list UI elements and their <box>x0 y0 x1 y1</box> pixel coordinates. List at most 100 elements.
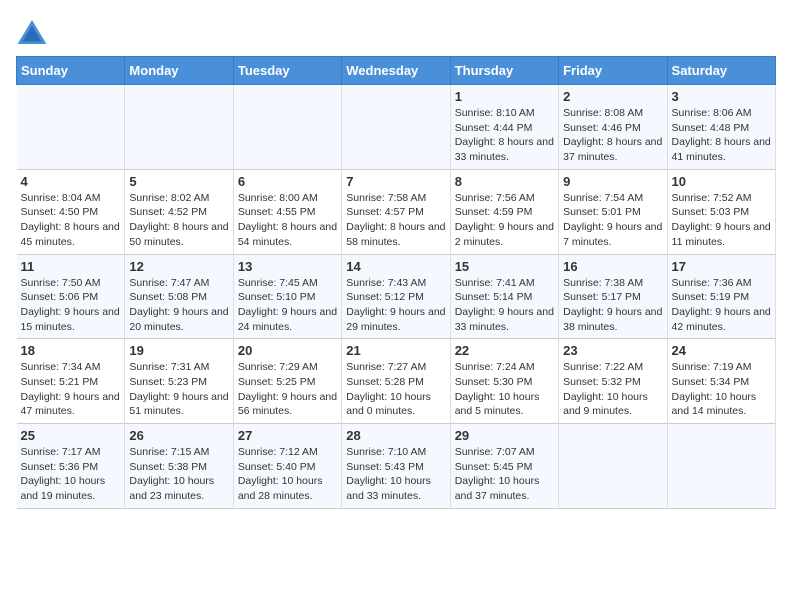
calendar-cell: 16 Sunrise: 7:38 AM Sunset: 5:17 PM Dayli… <box>559 254 667 339</box>
day-number: 23 <box>563 343 662 358</box>
calendar-table: SundayMondayTuesdayWednesdayThursdayFrid… <box>16 56 776 509</box>
calendar-cell: 29 Sunrise: 7:07 AM Sunset: 5:45 PM Dayli… <box>450 424 558 509</box>
day-info: Sunrise: 8:02 AM Sunset: 4:52 PM Dayligh… <box>129 191 228 250</box>
day-number: 20 <box>238 343 337 358</box>
day-info: Sunrise: 7:07 AM Sunset: 5:45 PM Dayligh… <box>455 445 554 504</box>
day-info: Sunrise: 7:31 AM Sunset: 5:23 PM Dayligh… <box>129 360 228 419</box>
day-number: 4 <box>21 174 121 189</box>
day-info: Sunrise: 7:54 AM Sunset: 5:01 PM Dayligh… <box>563 191 662 250</box>
calendar-cell: 7 Sunrise: 7:58 AM Sunset: 4:57 PM Daylig… <box>342 169 450 254</box>
day-number: 11 <box>21 259 121 274</box>
day-info: Sunrise: 7:10 AM Sunset: 5:43 PM Dayligh… <box>346 445 445 504</box>
day-info: Sunrise: 7:56 AM Sunset: 4:59 PM Dayligh… <box>455 191 554 250</box>
calendar-cell: 27 Sunrise: 7:12 AM Sunset: 5:40 PM Dayli… <box>233 424 341 509</box>
calendar-cell <box>17 85 125 170</box>
calendar-cell: 4 Sunrise: 8:04 AM Sunset: 4:50 PM Daylig… <box>17 169 125 254</box>
day-info: Sunrise: 7:24 AM Sunset: 5:30 PM Dayligh… <box>455 360 554 419</box>
calendar-cell <box>125 85 233 170</box>
day-number: 1 <box>455 89 554 104</box>
day-info: Sunrise: 7:43 AM Sunset: 5:12 PM Dayligh… <box>346 276 445 335</box>
day-info: Sunrise: 8:08 AM Sunset: 4:46 PM Dayligh… <box>563 106 662 165</box>
day-info: Sunrise: 7:50 AM Sunset: 5:06 PM Dayligh… <box>21 276 121 335</box>
logo <box>16 16 52 48</box>
calendar-cell: 15 Sunrise: 7:41 AM Sunset: 5:14 PM Dayli… <box>450 254 558 339</box>
day-info: Sunrise: 7:15 AM Sunset: 5:38 PM Dayligh… <box>129 445 228 504</box>
day-info: Sunrise: 7:36 AM Sunset: 5:19 PM Dayligh… <box>672 276 771 335</box>
calendar-cell: 18 Sunrise: 7:34 AM Sunset: 5:21 PM Dayli… <box>17 339 125 424</box>
calendar-cell: 28 Sunrise: 7:10 AM Sunset: 5:43 PM Dayli… <box>342 424 450 509</box>
weekday-header-tuesday: Tuesday <box>233 57 341 85</box>
calendar-row-0: 1 Sunrise: 8:10 AM Sunset: 4:44 PM Daylig… <box>17 85 776 170</box>
calendar-cell: 10 Sunrise: 7:52 AM Sunset: 5:03 PM Dayli… <box>667 169 775 254</box>
weekday-header-friday: Friday <box>559 57 667 85</box>
calendar-cell: 23 Sunrise: 7:22 AM Sunset: 5:32 PM Dayli… <box>559 339 667 424</box>
day-number: 18 <box>21 343 121 358</box>
calendar-cell: 22Sunrise: 7:24 AM Sunset: 5:30 PM Dayli… <box>450 339 558 424</box>
day-number: 16 <box>563 259 662 274</box>
day-info: Sunrise: 7:41 AM Sunset: 5:14 PM Dayligh… <box>455 276 554 335</box>
calendar-cell: 1 Sunrise: 8:10 AM Sunset: 4:44 PM Daylig… <box>450 85 558 170</box>
day-number: 8 <box>455 174 554 189</box>
day-number: 2 <box>563 89 662 104</box>
day-number: 3 <box>672 89 771 104</box>
calendar-row-3: 18 Sunrise: 7:34 AM Sunset: 5:21 PM Dayli… <box>17 339 776 424</box>
header-row: SundayMondayTuesdayWednesdayThursdayFrid… <box>17 57 776 85</box>
calendar-cell <box>233 85 341 170</box>
calendar-cell: 19 Sunrise: 7:31 AM Sunset: 5:23 PM Dayli… <box>125 339 233 424</box>
day-number: 25 <box>21 428 121 443</box>
day-number: 6 <box>238 174 337 189</box>
calendar-cell: 25Sunrise: 7:17 AM Sunset: 5:36 PM Dayli… <box>17 424 125 509</box>
calendar-cell: 5 Sunrise: 8:02 AM Sunset: 4:52 PM Daylig… <box>125 169 233 254</box>
day-info: Sunrise: 8:04 AM Sunset: 4:50 PM Dayligh… <box>21 191 121 250</box>
day-number: 17 <box>672 259 771 274</box>
calendar-cell: 6 Sunrise: 8:00 AM Sunset: 4:55 PM Daylig… <box>233 169 341 254</box>
day-info: Sunrise: 7:58 AM Sunset: 4:57 PM Dayligh… <box>346 191 445 250</box>
day-number: 19 <box>129 343 228 358</box>
day-info: Sunrise: 7:38 AM Sunset: 5:17 PM Dayligh… <box>563 276 662 335</box>
calendar-row-4: 25Sunrise: 7:17 AM Sunset: 5:36 PM Dayli… <box>17 424 776 509</box>
calendar-cell: 12 Sunrise: 7:47 AM Sunset: 5:08 PM Dayli… <box>125 254 233 339</box>
day-info: Sunrise: 7:45 AM Sunset: 5:10 PM Dayligh… <box>238 276 337 335</box>
calendar-cell: 21Sunrise: 7:27 AM Sunset: 5:28 PM Dayli… <box>342 339 450 424</box>
calendar-cell: 13Sunrise: 7:45 AM Sunset: 5:10 PM Dayli… <box>233 254 341 339</box>
calendar-cell: 2 Sunrise: 8:08 AM Sunset: 4:46 PM Daylig… <box>559 85 667 170</box>
day-number: 14 <box>346 259 445 274</box>
day-info: Sunrise: 7:12 AM Sunset: 5:40 PM Dayligh… <box>238 445 337 504</box>
calendar-cell: 24 Sunrise: 7:19 AM Sunset: 5:34 PM Dayli… <box>667 339 775 424</box>
day-number: 15 <box>455 259 554 274</box>
calendar-cell <box>667 424 775 509</box>
day-info: Sunrise: 7:19 AM Sunset: 5:34 PM Dayligh… <box>672 360 771 419</box>
day-info: Sunrise: 7:34 AM Sunset: 5:21 PM Dayligh… <box>21 360 121 419</box>
day-number: 9 <box>563 174 662 189</box>
weekday-header-saturday: Saturday <box>667 57 775 85</box>
day-number: 7 <box>346 174 445 189</box>
calendar-row-1: 4 Sunrise: 8:04 AM Sunset: 4:50 PM Daylig… <box>17 169 776 254</box>
weekday-header-sunday: Sunday <box>17 57 125 85</box>
day-number: 10 <box>672 174 771 189</box>
day-info: Sunrise: 7:27 AM Sunset: 5:28 PM Dayligh… <box>346 360 445 419</box>
weekday-header-wednesday: Wednesday <box>342 57 450 85</box>
day-info: Sunrise: 7:52 AM Sunset: 5:03 PM Dayligh… <box>672 191 771 250</box>
day-number: 27 <box>238 428 337 443</box>
day-number: 28 <box>346 428 445 443</box>
day-number: 12 <box>129 259 228 274</box>
logo-icon <box>16 16 48 48</box>
calendar-cell: 9 Sunrise: 7:54 AM Sunset: 5:01 PM Daylig… <box>559 169 667 254</box>
day-info: Sunrise: 8:06 AM Sunset: 4:48 PM Dayligh… <box>672 106 771 165</box>
calendar-cell: 20 Sunrise: 7:29 AM Sunset: 5:25 PM Dayli… <box>233 339 341 424</box>
day-number: 5 <box>129 174 228 189</box>
calendar-cell: 11 Sunrise: 7:50 AM Sunset: 5:06 PM Dayli… <box>17 254 125 339</box>
weekday-header-monday: Monday <box>125 57 233 85</box>
day-info: Sunrise: 7:22 AM Sunset: 5:32 PM Dayligh… <box>563 360 662 419</box>
day-info: Sunrise: 8:10 AM Sunset: 4:44 PM Dayligh… <box>455 106 554 165</box>
day-number: 26 <box>129 428 228 443</box>
day-info: Sunrise: 7:29 AM Sunset: 5:25 PM Dayligh… <box>238 360 337 419</box>
calendar-cell <box>559 424 667 509</box>
day-number: 24 <box>672 343 771 358</box>
calendar-cell: 26 Sunrise: 7:15 AM Sunset: 5:38 PM Dayli… <box>125 424 233 509</box>
day-info: Sunrise: 7:47 AM Sunset: 5:08 PM Dayligh… <box>129 276 228 335</box>
calendar-cell: 3 Sunrise: 8:06 AM Sunset: 4:48 PM Daylig… <box>667 85 775 170</box>
day-info: Sunrise: 8:00 AM Sunset: 4:55 PM Dayligh… <box>238 191 337 250</box>
day-number: 29 <box>455 428 554 443</box>
calendar-cell: 17 Sunrise: 7:36 AM Sunset: 5:19 PM Dayli… <box>667 254 775 339</box>
